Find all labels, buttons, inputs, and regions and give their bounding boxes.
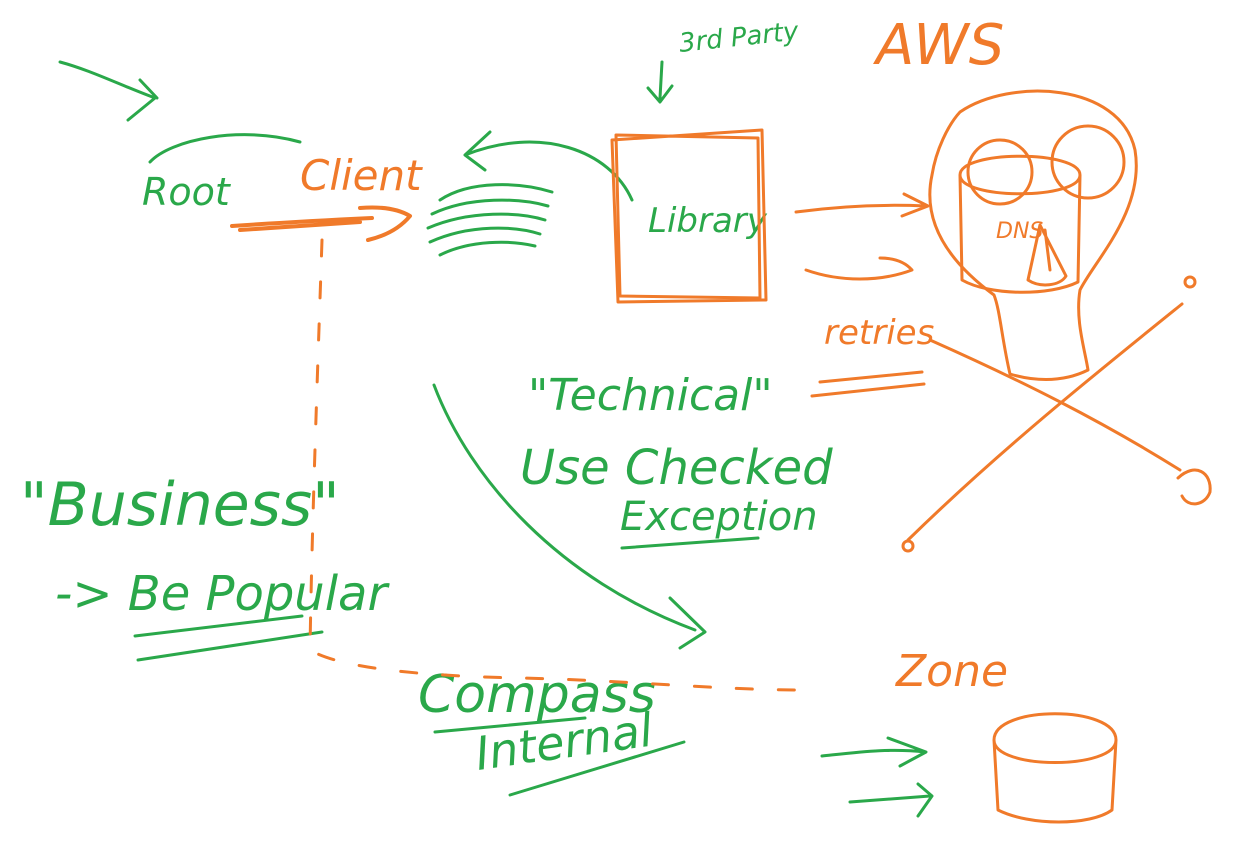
entry-arrow <box>58 60 159 122</box>
zone-arrow-1 <box>820 736 928 768</box>
cross-line-2 <box>906 302 1184 542</box>
connection-waves <box>426 183 554 257</box>
library-to-aws-arrow-2 <box>804 256 914 281</box>
be-popular-label: -> Be Popular <box>55 566 390 622</box>
technical-label: "Technical" <box>528 370 773 421</box>
business-label: "Business" <box>20 470 340 540</box>
client-label: Client <box>300 151 423 200</box>
root-label: Root <box>142 170 232 214</box>
retries-return-arrows <box>810 370 926 398</box>
retries-label: retries <box>824 313 934 353</box>
cross-line-1 <box>928 338 1182 472</box>
root-client-arc <box>148 133 302 164</box>
aws-label: AWS <box>873 13 1004 78</box>
third-party-arrow <box>646 60 674 104</box>
zone-arrow-2 <box>848 782 934 818</box>
library-label: Library <box>648 201 768 241</box>
whiteboard-canvas: 3rd Party Root Library "Technical" Use C… <box>20 13 1212 824</box>
aws-dns-label: DNS <box>996 219 1043 244</box>
cross-end-bone <box>1176 468 1212 506</box>
cross-end-dot-2 <box>901 539 915 553</box>
third-party-label: 3rd Party <box>678 17 801 59</box>
use-checked-label: Use Checked <box>520 440 833 496</box>
zone-label: Zone <box>895 646 1008 697</box>
zone-database <box>992 712 1118 824</box>
client-arrow <box>230 205 412 242</box>
exception-label: Exception <box>620 494 818 540</box>
library-to-aws-arrow-1 <box>794 192 930 218</box>
aws-zone-circle-1 <box>966 138 1034 206</box>
be-popular-underline-2 <box>136 630 324 662</box>
cross-end-dot-1 <box>1183 275 1197 289</box>
